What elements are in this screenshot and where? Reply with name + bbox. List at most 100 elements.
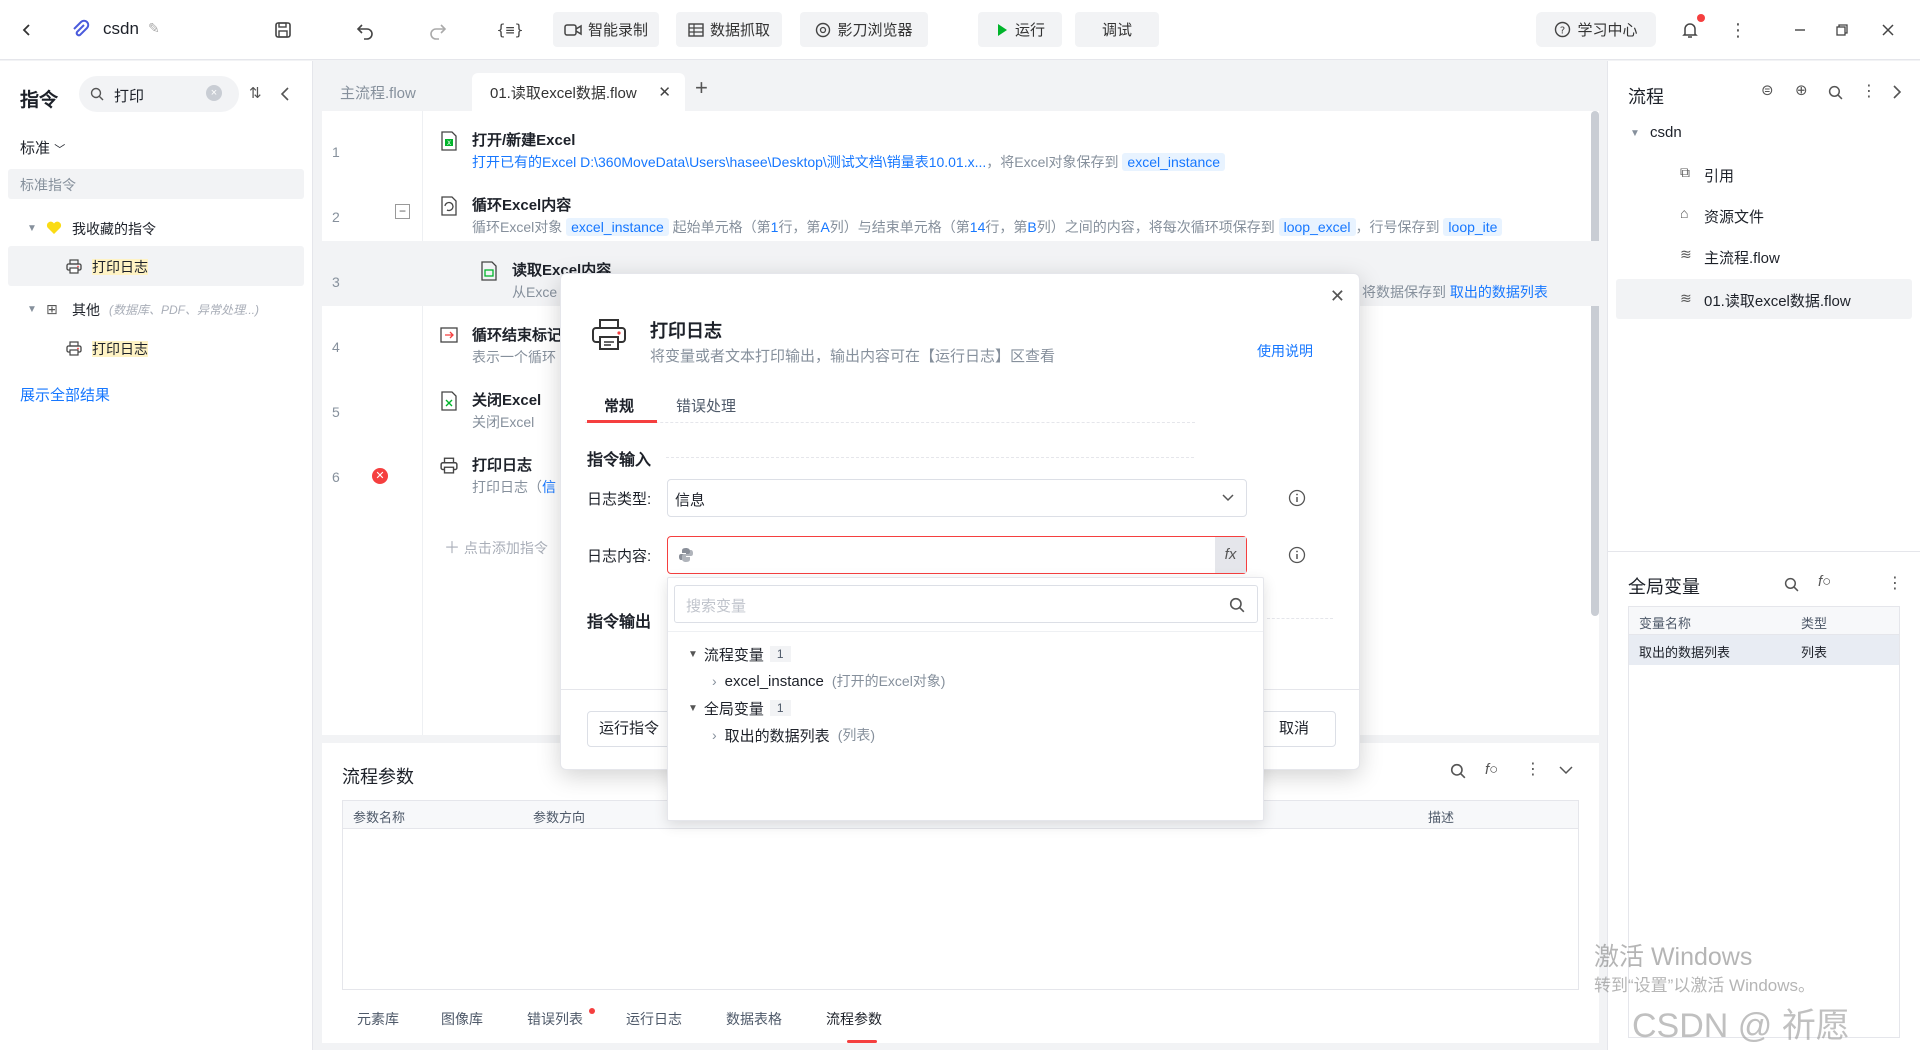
tab-general[interactable]: 常规: [604, 395, 634, 416]
tree-root[interactable]: csdn: [1650, 124, 1682, 141]
variable-item[interactable]: › excel_instance (打开的Excel对象): [712, 669, 945, 693]
expand-arrow-icon: ▼: [27, 303, 37, 315]
table-row[interactable]: 取出的数据列表 列表: [1629, 635, 1899, 665]
play-icon: [995, 23, 1009, 37]
show-all-link[interactable]: 展示全部结果: [20, 384, 110, 405]
function-button[interactable]: fx: [1215, 537, 1246, 573]
more-vertical-icon[interactable]: ⋮: [1725, 17, 1751, 43]
more-vertical-icon[interactable]: ⋮: [1861, 81, 1877, 101]
more-vertical-icon[interactable]: ⋮: [1525, 759, 1541, 779]
undo-icon[interactable]: [352, 17, 378, 43]
smart-record-button[interactable]: 智能录制: [553, 12, 659, 47]
dialog-subtitle: 将变量或者文本打印输出，输出内容可在【运行日志】区查看: [650, 348, 1056, 365]
run-command-button[interactable]: 运行指令: [587, 711, 671, 747]
collapse-icon[interactable]: −: [395, 204, 410, 219]
run-button[interactable]: 运行: [978, 12, 1062, 47]
expand-arrow-icon: ▼: [27, 222, 37, 234]
close-window-icon[interactable]: [1875, 17, 1901, 43]
back-icon[interactable]: [14, 17, 40, 43]
help-link[interactable]: 使用说明: [1257, 341, 1313, 361]
expand-arrow-icon: ▼: [688, 702, 698, 714]
command-item-print-log[interactable]: 打印日志: [8, 246, 304, 286]
tab-read-excel-flow[interactable]: 01.读取excel数据.flow ✕: [472, 73, 685, 111]
minimize-icon[interactable]: [1787, 17, 1813, 43]
top-toolbar: csdn ✎ {≡} 智能录制 数据抓取 影刀浏览器 运行 调试 ? 学习中心 …: [0, 0, 1920, 60]
excel-close-icon: [440, 391, 460, 411]
excel-open-icon: X: [440, 131, 460, 151]
other-group[interactable]: ▼ ⊞ 其他 (数据库、PDF、异常处理...): [0, 294, 313, 324]
count-badge: 1: [769, 646, 791, 662]
command-item-print-log[interactable]: 打印日志: [8, 328, 304, 368]
redo-icon[interactable]: [425, 17, 451, 43]
save-icon[interactable]: [270, 17, 296, 43]
close-dialog-icon[interactable]: ✕: [1330, 286, 1345, 307]
edit-icon[interactable]: ✎: [148, 20, 160, 37]
loop-excel-icon: [440, 196, 460, 216]
tab-image-library[interactable]: 图像库: [441, 1009, 483, 1029]
flow-step[interactable]: 1 X 打开/新建Excel 打开已有的Excel D:\360MoveData…: [322, 111, 1599, 176]
filter-dropdown[interactable]: 标准 ﹀: [20, 137, 65, 158]
active-tab-indicator: [847, 1040, 877, 1043]
tab-data-table[interactable]: 数据表格: [726, 1009, 782, 1029]
search-icon[interactable]: [1828, 85, 1843, 100]
variable-group[interactable]: ▼ 流程变量 1: [688, 642, 791, 666]
chevron-down-icon[interactable]: [1559, 765, 1573, 775]
section-header: 标准指令: [8, 169, 304, 199]
add-subflow-icon[interactable]: ⊕: [1795, 81, 1808, 99]
add-tab-icon[interactable]: +: [695, 75, 708, 101]
data-capture-button[interactable]: 数据抓取: [676, 12, 782, 47]
tab-main-flow[interactable]: 主流程.flow: [322, 73, 434, 111]
browser-button[interactable]: 影刀浏览器: [800, 12, 928, 47]
log-type-select[interactable]: 信息: [667, 479, 1247, 517]
flow-tabs: 主流程.flow 01.读取excel数据.flow ✕ +: [314, 61, 1606, 111]
collapse-panel-icon[interactable]: [280, 87, 290, 101]
favorites-group[interactable]: ▼ 我收藏的指令: [0, 213, 313, 243]
tree-item-resources[interactable]: ⌂ 资源文件: [1670, 200, 1910, 230]
tab-flow-params[interactable]: 流程参数: [826, 1009, 882, 1029]
info-icon[interactable]: [1288, 489, 1306, 507]
variable-search-input[interactable]: 搜索变量: [674, 585, 1258, 623]
printer-icon: [591, 317, 627, 351]
more-vertical-icon[interactable]: ⋮: [1887, 573, 1903, 593]
sort-icon[interactable]: ⇅: [249, 84, 262, 102]
layers-icon: ≋: [1680, 290, 1692, 306]
variable-item[interactable]: › 取出的数据列表 (列表): [712, 723, 875, 747]
restore-icon[interactable]: [1829, 17, 1855, 43]
tab-element-library[interactable]: 元素库: [357, 1009, 399, 1029]
tab-error-list[interactable]: 错误列表: [527, 1009, 583, 1029]
code-icon[interactable]: {≡}: [496, 17, 523, 43]
chevron-right-icon[interactable]: [1892, 85, 1902, 99]
tab-error-handling[interactable]: 错误处理: [676, 395, 736, 416]
add-flow-icon[interactable]: ⊜: [1761, 81, 1774, 99]
tree-item-main-flow[interactable]: ≋ 主流程.flow: [1670, 241, 1910, 271]
log-content-input[interactable]: fx: [667, 536, 1247, 574]
tab-run-log[interactable]: 运行日志: [626, 1009, 682, 1029]
activation-watermark-hint: 转到“设置”以激活 Windows。: [1594, 976, 1816, 995]
debug-button[interactable]: 调试: [1075, 12, 1159, 47]
add-command-link[interactable]: ＋ 点击添加指令: [444, 534, 548, 558]
variable-group[interactable]: ▼ 全局变量 1: [688, 696, 791, 720]
variable-picker: 搜索变量 ▼ 流程变量 1 › excel_instance (打开的Excel…: [667, 577, 1264, 821]
clear-search-icon[interactable]: ×: [206, 85, 222, 101]
reference-icon: ⧉: [1680, 164, 1690, 180]
search-icon[interactable]: [1784, 577, 1799, 592]
command-item-label: 打印日志: [92, 259, 148, 275]
flow-step[interactable]: 2 − 循环Excel内容 循环Excel对象 excel_instance 起…: [322, 176, 1599, 241]
command-search-input[interactable]: 打印 ×: [79, 76, 239, 112]
layers-icon: ≋: [1680, 246, 1692, 262]
search-icon[interactable]: [1450, 763, 1466, 779]
error-icon[interactable]: ✕: [372, 468, 388, 484]
panel-title: 流程: [1628, 87, 1664, 107]
tree-item-reference[interactable]: ⧉ 引用: [1670, 159, 1910, 189]
function-icon[interactable]: f○: [1818, 573, 1831, 590]
learn-center-button[interactable]: ? 学习中心: [1536, 12, 1656, 47]
svg-text:?: ?: [1560, 26, 1565, 37]
function-icon[interactable]: f○: [1485, 761, 1498, 778]
tree-item-read-excel-flow[interactable]: ≋ 01.读取excel数据.flow: [1616, 279, 1912, 319]
close-tab-icon[interactable]: ✕: [658, 83, 671, 101]
info-icon[interactable]: [1288, 546, 1306, 564]
printer-icon: [66, 340, 82, 356]
browser-icon: [815, 22, 831, 38]
expand-arrow-icon[interactable]: ▼: [1630, 128, 1640, 139]
cancel-button[interactable]: 取消: [1252, 711, 1336, 747]
